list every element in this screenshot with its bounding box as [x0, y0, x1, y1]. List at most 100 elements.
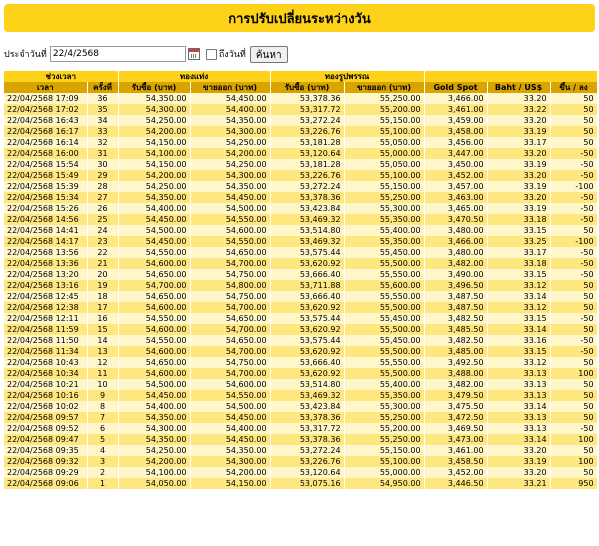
group-header-row: ช่วงเวลา ทองแท่ง ทองรูปพรรณ [4, 71, 598, 82]
cell-change: 50 [550, 115, 598, 126]
to-date-checkbox[interactable] [205, 48, 217, 60]
col-header-bar-sell: ขายออก (บาท) [190, 82, 271, 93]
cell-round: 30 [87, 159, 119, 170]
cell-ornament-buy: 53,378.36 [270, 93, 345, 104]
cell-ornament-sell: 55,250.00 [344, 192, 425, 203]
cell-ornament-buy: 53,514.80 [270, 379, 345, 390]
calendar-icon[interactable] [187, 48, 200, 60]
cell-ornament-buy: 53,272.24 [270, 445, 345, 456]
table-row: 22/04/2568 09:29 2 54,100.00 54,200.00 53,12… [4, 467, 598, 478]
cell-ornament-sell: 55,200.00 [344, 423, 425, 434]
cell-bar-sell: 54,450.00 [190, 434, 271, 445]
cell-ornament-sell: 55,400.00 [344, 225, 425, 236]
table-row: 22/04/2568 16:00 31 54,100.00 54,200.00 53,1… [4, 148, 598, 159]
cell-baht-usd: 33.14 [487, 291, 551, 302]
cell-bar-sell: 54,150.00 [190, 478, 271, 489]
cell-round: 17 [87, 302, 119, 313]
cell-change: 50 [550, 225, 598, 236]
cell-ornament-buy: 53,423.84 [270, 203, 345, 214]
cell-round: 14 [87, 335, 119, 346]
cell-change: -50 [550, 214, 598, 225]
cell-baht-usd: 33.19 [487, 203, 551, 214]
cell-baht-usd: 33.21 [487, 478, 551, 489]
cell-datetime: 22/04/2568 15:26 [4, 203, 88, 214]
table-row: 22/04/2568 09:06 1 54,050.00 54,150.00 53,07… [4, 478, 598, 489]
cell-baht-usd: 33.19 [487, 159, 551, 170]
cell-datetime: 22/04/2568 16:14 [4, 137, 88, 148]
cell-ornament-buy: 53,181.28 [270, 159, 345, 170]
cell-gold-spot: 3,492.50 [424, 357, 488, 368]
cell-datetime: 22/04/2568 11:50 [4, 335, 88, 346]
cell-gold-spot: 3,475.50 [424, 401, 488, 412]
cell-round: 9 [87, 390, 119, 401]
table-row: 22/04/2568 10:02 8 54,400.00 54,500.00 53,42… [4, 401, 598, 412]
cell-ornament-buy: 53,666.40 [270, 269, 345, 280]
cell-datetime: 22/04/2568 14:17 [4, 236, 88, 247]
cell-datetime: 22/04/2568 10:34 [4, 368, 88, 379]
cell-bar-buy: 54,200.00 [118, 456, 191, 467]
cell-ornament-buy: 53,666.40 [270, 291, 345, 302]
cell-ornament-buy: 53,075.16 [270, 478, 345, 489]
page-title: การปรับเปลี่ยนระหว่างวัน [4, 4, 595, 32]
cell-bar-sell: 54,700.00 [190, 258, 271, 269]
cell-change: -50 [550, 346, 598, 357]
cell-ornament-buy: 53,378.36 [270, 412, 345, 423]
cell-ornament-sell: 55,450.00 [344, 313, 425, 324]
table-row: 22/04/2568 16:14 32 54,150.00 54,250.00 53,1… [4, 137, 598, 148]
cell-ornament-sell: 55,300.00 [344, 401, 425, 412]
table-row: 22/04/2568 17:02 35 54,300.00 54,400.00 53,3… [4, 104, 598, 115]
table-row: 22/04/2568 10:16 9 54,450.00 54,550.00 53,46… [4, 390, 598, 401]
cell-ornament-buy: 53,666.40 [270, 357, 345, 368]
cell-ornament-sell: 55,350.00 [344, 390, 425, 401]
cell-bar-buy: 54,550.00 [118, 335, 191, 346]
cell-round: 13 [87, 346, 119, 357]
cell-change: 50 [550, 379, 598, 390]
cell-bar-sell: 54,250.00 [190, 159, 271, 170]
cell-bar-buy: 54,250.00 [118, 115, 191, 126]
cell-baht-usd: 33.13 [487, 390, 551, 401]
group-header-blank [424, 71, 598, 82]
cell-ornament-sell: 55,200.00 [344, 104, 425, 115]
cell-ornament-buy: 53,317.72 [270, 104, 345, 115]
table-row: 22/04/2568 09:32 3 54,200.00 54,300.00 53,22… [4, 456, 598, 467]
cell-ornament-buy: 53,226.76 [270, 456, 345, 467]
cell-round: 4 [87, 445, 119, 456]
cell-gold-spot: 3,463.00 [424, 192, 488, 203]
cell-bar-buy: 54,450.00 [118, 390, 191, 401]
cell-round: 34 [87, 115, 119, 126]
cell-bar-sell: 54,750.00 [190, 269, 271, 280]
cell-bar-sell: 54,700.00 [190, 346, 271, 357]
cell-ornament-sell: 55,500.00 [344, 324, 425, 335]
cell-bar-buy: 54,300.00 [118, 423, 191, 434]
col-header-baht-usd: Baht / US$ [487, 82, 551, 93]
cell-round: 27 [87, 192, 119, 203]
cell-change: 50 [550, 280, 598, 291]
table-row: 22/04/2568 12:38 17 54,600.00 54,700.00 53,6… [4, 302, 598, 313]
cell-bar-buy: 54,650.00 [118, 269, 191, 280]
group-header-period: ช่วงเวลา [4, 71, 119, 82]
cell-baht-usd: 33.13 [487, 368, 551, 379]
cell-ornament-buy: 53,423.84 [270, 401, 345, 412]
table-row: 22/04/2568 15:39 28 54,250.00 54,350.00 53,2… [4, 181, 598, 192]
date-input[interactable] [49, 46, 186, 62]
cell-baht-usd: 33.20 [487, 93, 551, 104]
cell-gold-spot: 3,461.00 [424, 104, 488, 115]
cell-bar-sell: 54,350.00 [190, 445, 271, 456]
col-header-time: เวลา [4, 82, 88, 93]
cell-ornament-buy: 53,181.28 [270, 137, 345, 148]
cell-baht-usd: 33.22 [487, 104, 551, 115]
table-row: 22/04/2568 12:11 16 54,550.00 54,650.00 53,5… [4, 313, 598, 324]
cell-ornament-sell: 55,150.00 [344, 445, 425, 456]
cell-gold-spot: 3,469.50 [424, 423, 488, 434]
search-button[interactable]: ค้นหา [249, 45, 288, 63]
group-header-bar: ทองแท่ง [118, 71, 271, 82]
cell-bar-buy: 54,150.00 [118, 159, 191, 170]
cell-bar-buy: 54,350.00 [118, 93, 191, 104]
cell-ornament-buy: 53,620.92 [270, 324, 345, 335]
cell-gold-spot: 3,485.50 [424, 324, 488, 335]
cell-ornament-sell: 55,000.00 [344, 467, 425, 478]
cell-baht-usd: 33.19 [487, 456, 551, 467]
table-row: 22/04/2568 13:36 21 54,600.00 54,700.00 53,6… [4, 258, 598, 269]
cell-bar-buy: 54,450.00 [118, 236, 191, 247]
cell-bar-buy: 54,350.00 [118, 434, 191, 445]
